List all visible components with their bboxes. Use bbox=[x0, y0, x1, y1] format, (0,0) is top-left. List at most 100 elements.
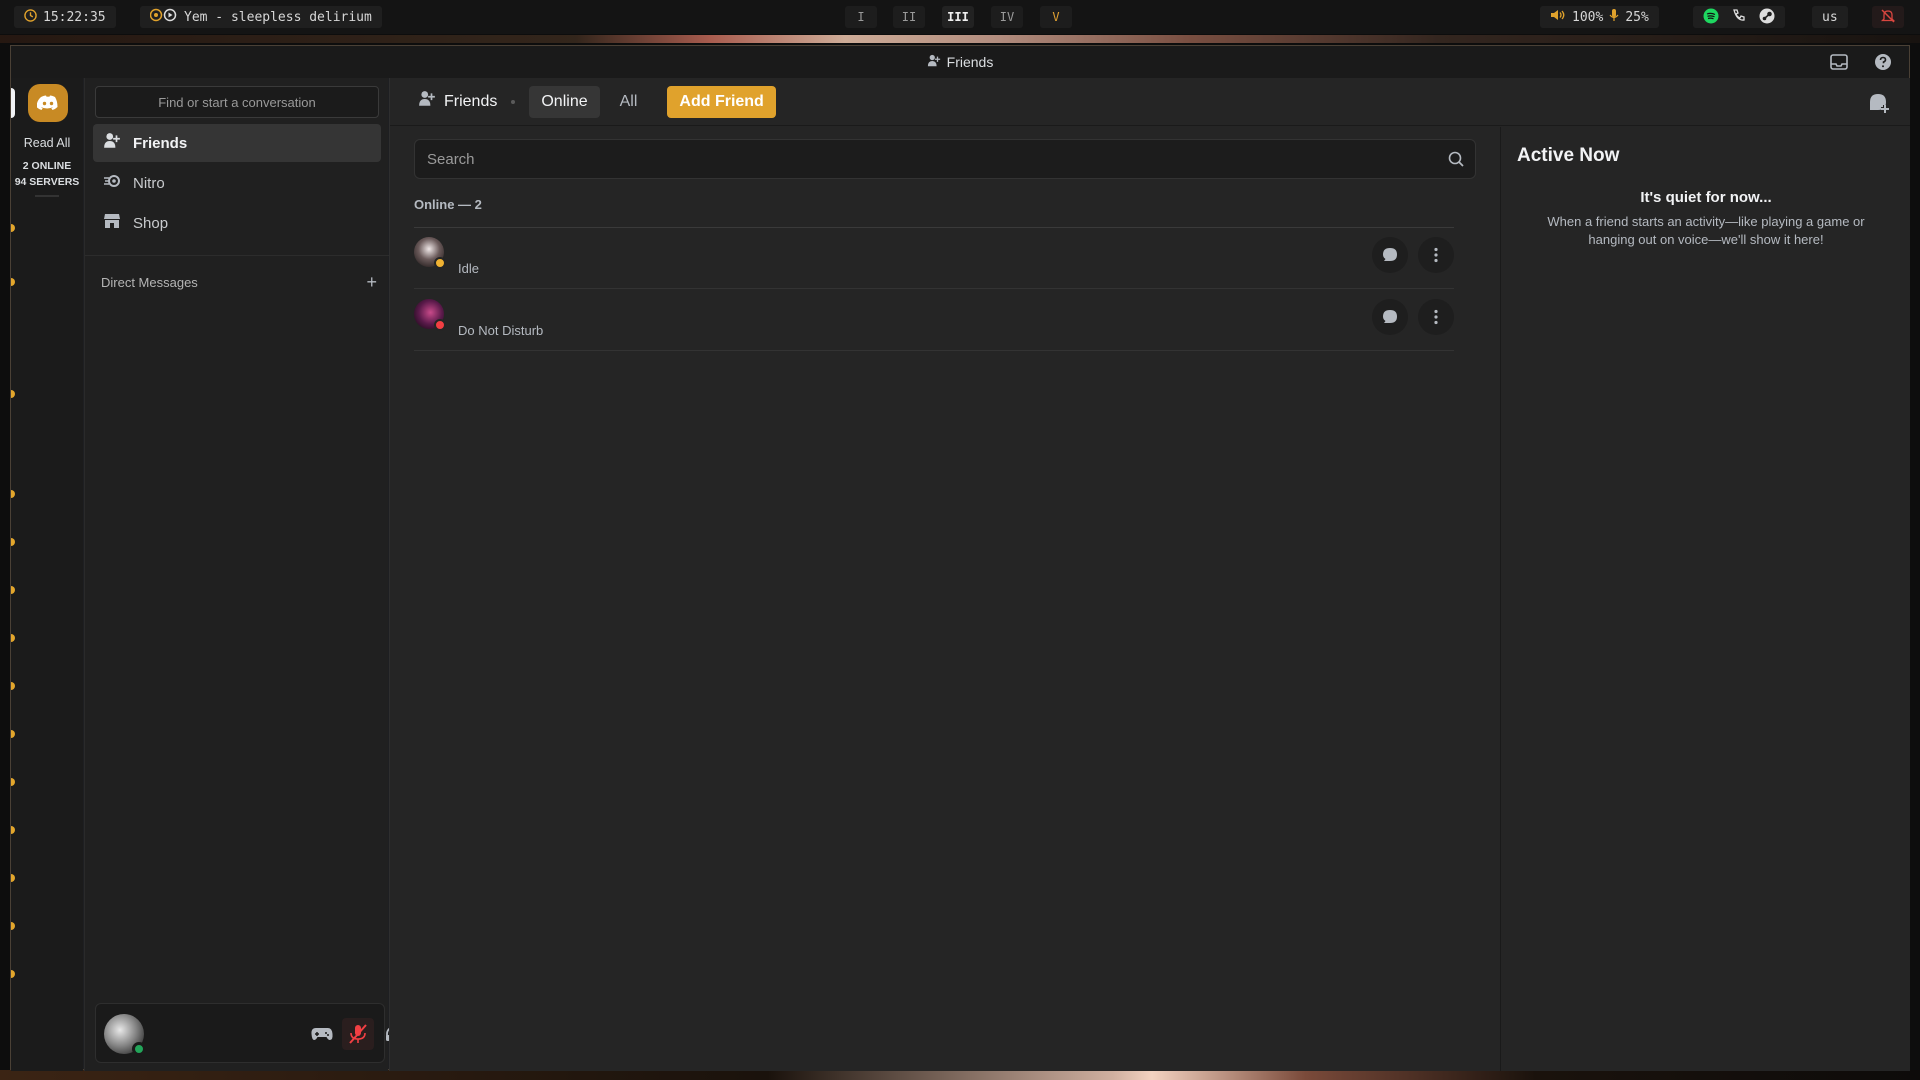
unread-indicator bbox=[11, 874, 15, 882]
direct-messages-label: Direct Messages bbox=[101, 274, 198, 290]
volume-text: 100% bbox=[1572, 9, 1604, 25]
unread-indicator bbox=[11, 922, 15, 930]
notifications-muted-widget[interactable] bbox=[1872, 6, 1904, 28]
online-status-indicator bbox=[132, 1042, 146, 1056]
server-count: 94 SERVERS bbox=[14, 176, 80, 188]
sidebar-item-label: Shop bbox=[133, 214, 169, 232]
chat-bubble-icon bbox=[1383, 248, 1397, 261]
workspace-1[interactable]: I bbox=[845, 6, 877, 28]
mic-icon bbox=[1609, 8, 1619, 26]
more-options-button[interactable] bbox=[1418, 237, 1454, 273]
create-dm-button[interactable]: + bbox=[366, 272, 377, 293]
friend-status-text: Idle bbox=[458, 261, 479, 276]
discord-window: Friends Read All 2 ONLINE 94 SERVERS Fin… bbox=[10, 45, 1910, 1071]
wallpaper-glow-top bbox=[0, 35, 1920, 43]
more-vertical-icon bbox=[1434, 309, 1438, 325]
media-icon bbox=[149, 8, 178, 26]
message-button[interactable] bbox=[1372, 237, 1408, 273]
sidebar-divider bbox=[85, 255, 389, 256]
clock-widget[interactable]: 15:22:35 bbox=[14, 6, 116, 28]
unread-indicator bbox=[11, 586, 15, 594]
inbox-icon[interactable] bbox=[1829, 52, 1849, 72]
tab-all[interactable]: All bbox=[608, 86, 650, 118]
rail-divider bbox=[35, 195, 59, 197]
clock-text: 15:22:35 bbox=[43, 9, 106, 25]
read-all-button[interactable]: Read All bbox=[11, 136, 83, 150]
sidebar-item-nitro[interactable]: Nitro bbox=[93, 164, 381, 202]
header-title: Friends bbox=[444, 92, 498, 110]
active-now-title: Active Now bbox=[1517, 145, 1620, 166]
spotify-icon[interactable] bbox=[1703, 8, 1719, 27]
friends-icon bbox=[418, 90, 436, 113]
message-button[interactable] bbox=[1372, 299, 1408, 335]
unread-indicator bbox=[11, 778, 15, 786]
wallpaper-glow-bottom bbox=[0, 1070, 1920, 1080]
mic-text: 25% bbox=[1625, 9, 1649, 25]
workspace-4[interactable]: IV bbox=[991, 6, 1023, 28]
friend-status-text: Do Not Disturb bbox=[458, 323, 544, 338]
header-separator bbox=[511, 99, 516, 104]
unread-indicator bbox=[11, 224, 15, 232]
tray-widget bbox=[1693, 6, 1785, 28]
unread-indicator bbox=[11, 826, 15, 834]
online-count-header: Online — 2 bbox=[414, 197, 482, 212]
mic-off-icon bbox=[349, 1024, 367, 1044]
tab-online[interactable]: Online bbox=[529, 85, 600, 118]
friends-icon bbox=[103, 132, 121, 154]
unread-indicator bbox=[11, 490, 15, 498]
direct-messages-header: Direct Messages + bbox=[101, 272, 377, 292]
sidebar-item-label: Friends bbox=[133, 134, 188, 152]
more-vertical-icon bbox=[1434, 247, 1438, 263]
nitro-icon bbox=[103, 172, 121, 194]
add-friend-button[interactable]: Add Friend bbox=[667, 85, 776, 118]
unread-indicator bbox=[11, 538, 15, 546]
friends-title: Friends bbox=[418, 90, 497, 113]
unread-indicator bbox=[11, 390, 15, 398]
unread-indicator bbox=[11, 682, 15, 690]
phone-icon[interactable] bbox=[1731, 8, 1747, 27]
gamepad-icon bbox=[311, 1028, 333, 1040]
unread-indicator bbox=[11, 278, 15, 286]
friends-search-input[interactable]: Search bbox=[414, 139, 1476, 179]
active-now-panel: Active Now It's quiet for now... When a … bbox=[1500, 127, 1910, 1071]
more-options-button[interactable] bbox=[1418, 299, 1454, 335]
unread-indicator bbox=[11, 634, 15, 642]
home-button[interactable] bbox=[28, 84, 68, 122]
mute-mic-button[interactable] bbox=[342, 1018, 374, 1050]
workspace-5[interactable]: V bbox=[1040, 6, 1072, 28]
friends-list-pane: Search Online — 2 Idle Do Not Disturb bbox=[390, 127, 1500, 1071]
friends-icon bbox=[927, 54, 941, 71]
online-count: 2 ONLINE bbox=[22, 160, 72, 172]
idle-status-indicator bbox=[434, 257, 446, 269]
sidebar-item-shop[interactable]: Shop bbox=[93, 204, 381, 242]
workspace-2[interactable]: II bbox=[893, 6, 925, 28]
steam-icon[interactable] bbox=[1759, 8, 1775, 27]
help-icon[interactable] bbox=[1873, 52, 1893, 72]
keyboard-layout[interactable]: us bbox=[1812, 6, 1848, 28]
unread-indicator bbox=[11, 970, 15, 978]
shop-icon bbox=[103, 212, 121, 234]
sidebar-item-friends[interactable]: Friends bbox=[93, 124, 381, 162]
now-playing-widget[interactable]: Yem - sleepless delirium bbox=[140, 6, 382, 28]
friends-header: Friends Online All Add Friend bbox=[390, 78, 1910, 126]
system-top-bar: 15:22:35 Yem - sleepless delirium I II I… bbox=[0, 0, 1920, 34]
dnd-status-indicator bbox=[434, 319, 446, 331]
user-panel bbox=[95, 1003, 437, 1063]
discord-logo-icon bbox=[37, 95, 58, 110]
audio-widget[interactable]: 100% 25% bbox=[1540, 6, 1659, 28]
server-rail: Read All 2 ONLINE 94 SERVERS bbox=[11, 78, 83, 1071]
friend-row[interactable]: Do Not Disturb bbox=[414, 289, 1454, 351]
empty-state-title: It's quiet for now... bbox=[1640, 189, 1772, 206]
empty-state-description: When a friend starts an activity—like pl… bbox=[1547, 214, 1865, 247]
title-bar: Friends bbox=[11, 46, 1909, 78]
search-icon bbox=[1447, 150, 1465, 168]
new-group-dm-icon[interactable] bbox=[1868, 92, 1890, 114]
workspace-3[interactable]: III bbox=[942, 6, 974, 28]
search-placeholder: Search bbox=[427, 150, 475, 168]
friend-row[interactable]: Idle bbox=[414, 227, 1454, 289]
find-conversation-button[interactable]: Find or start a conversation bbox=[95, 86, 379, 118]
activity-button[interactable] bbox=[306, 1018, 338, 1050]
unread-indicator bbox=[11, 730, 15, 738]
home-indicator bbox=[11, 88, 15, 118]
dm-sidebar: Find or start a conversation Friends Nit… bbox=[84, 78, 437, 1071]
